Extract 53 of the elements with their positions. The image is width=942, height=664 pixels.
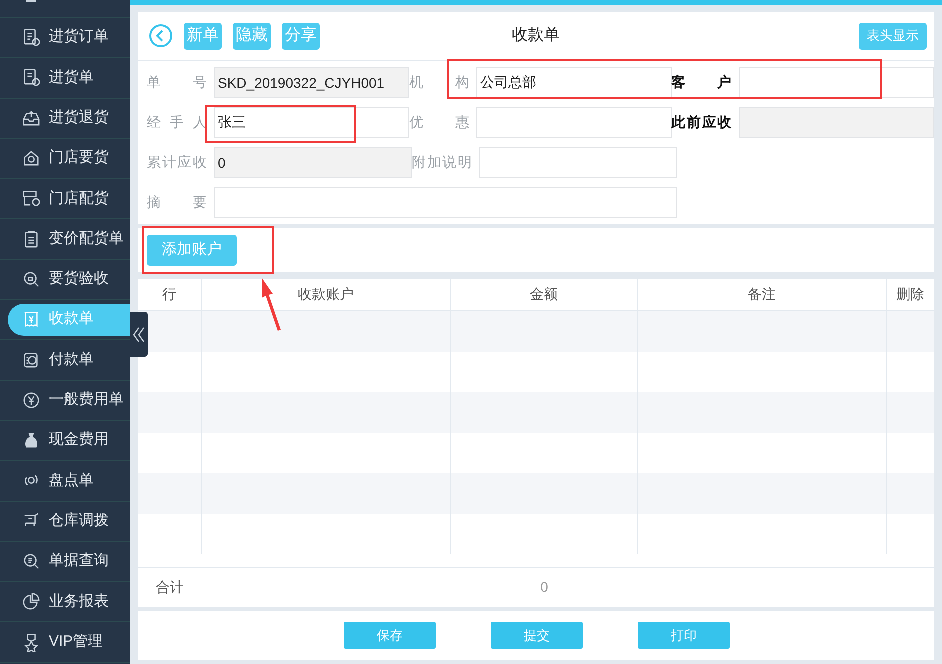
document-icon xyxy=(22,28,41,48)
input-field[interactable] xyxy=(479,147,677,178)
double-chevron-icon xyxy=(133,326,145,342)
sidebar-item[interactable]: 一般费用单 xyxy=(0,384,130,416)
sidebar-item[interactable]: 仓库调拨 xyxy=(0,505,130,538)
total-amount: 0 xyxy=(540,578,550,597)
column-header: 行 xyxy=(138,279,202,310)
column-header: 金额 xyxy=(451,279,638,310)
column-header: 删除 xyxy=(896,285,926,304)
field-label: 单 号 xyxy=(147,73,207,92)
sidebar-item[interactable]: 进货订单 xyxy=(0,22,130,54)
input-field[interactable]: 公司总部 xyxy=(476,67,672,98)
input-field[interactable]: 张三 xyxy=(214,107,410,138)
field-label: 机 构 xyxy=(409,73,470,92)
field-label: 累计应收 xyxy=(147,153,207,172)
sidebar-item[interactable]: 盘点单 xyxy=(0,464,130,497)
input-field[interactable] xyxy=(738,67,934,98)
total-label: 合计 xyxy=(155,578,185,597)
search-icon xyxy=(22,270,41,289)
sidebar-item[interactable]: 现金费用 xyxy=(0,424,130,457)
page-title: 收款单 xyxy=(512,26,560,46)
sidebar-item[interactable]: 进货退货 xyxy=(0,102,130,134)
sidebar-item[interactable]: 进货单 xyxy=(0,62,130,94)
sidebar-item[interactable]: 门店配货 xyxy=(0,182,130,215)
search-icon xyxy=(22,552,41,571)
column-header: 备注 xyxy=(638,279,887,310)
field-label: 此前应收 xyxy=(672,113,732,132)
pie-chart-icon xyxy=(22,592,41,612)
sidebar-item[interactable]: 要货验收 xyxy=(0,263,130,296)
field-label: 客 户 xyxy=(672,73,732,92)
field-label: 摘 要 xyxy=(147,193,207,212)
star-icon xyxy=(22,632,41,652)
collapse-tab[interactable] xyxy=(130,312,148,357)
yen-icon xyxy=(22,390,41,410)
house-icon xyxy=(22,149,41,168)
sidebar-item[interactable]: 变价配货单 xyxy=(0,223,130,256)
sidebar-item[interactable]: 门店要货 xyxy=(0,142,130,175)
sidebar-item[interactable]: VIP管理 xyxy=(0,626,130,658)
field-label: 优 惠 xyxy=(409,113,470,132)
back-icon[interactable] xyxy=(149,24,173,48)
store-icon xyxy=(22,189,41,208)
sidebar-item[interactable]: 付款单 xyxy=(0,344,130,376)
sidebar-item[interactable]: 业务报表 xyxy=(0,586,130,618)
document-icon xyxy=(22,350,41,370)
receipt-icon xyxy=(22,310,41,330)
inbox-icon xyxy=(22,108,41,128)
input-field[interactable] xyxy=(214,187,677,218)
input-field[interactable] xyxy=(476,107,672,138)
sidebar-item[interactable]: 单据查询 xyxy=(0,546,130,578)
field-label: 经 手 人 xyxy=(147,113,207,132)
document-icon xyxy=(22,68,41,88)
clipboard-icon xyxy=(22,230,41,249)
field-label: 附加说明 xyxy=(412,153,472,172)
